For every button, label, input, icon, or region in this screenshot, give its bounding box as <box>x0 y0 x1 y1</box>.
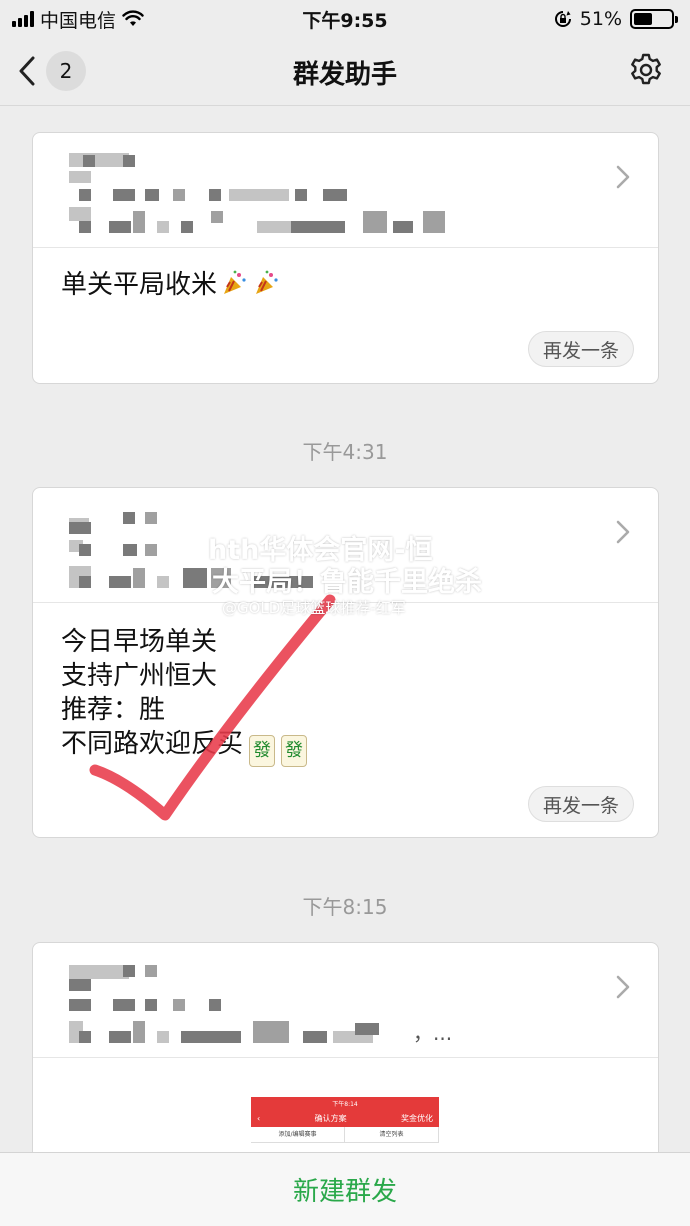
message-text: 单关平局收米 <box>61 268 630 302</box>
party-popper-icon <box>224 270 246 294</box>
thumbnail-row <box>251 1143 439 1147</box>
message-text: 今日早场单关 支持广州恒大 推荐：胜 不同路欢迎反买發發 <box>61 625 630 767</box>
message-line: 今日早场单关 <box>61 627 218 657</box>
status-right: 51% <box>554 6 678 32</box>
mahjong-fa-icon: 發 <box>249 735 276 767</box>
rotation-lock-icon <box>554 11 571 27</box>
recipient-list-tail: ，... <box>413 1021 453 1045</box>
bottom-toolbar: 新建群发 <box>0 1152 690 1226</box>
party-popper-icon <box>256 270 278 294</box>
message-timestamp: 下午8:15 <box>302 895 388 919</box>
message-list[interactable]: 单关平局收米 再发一条 下午4:31 今日早场单关 支持广州恒大 推荐：胜 不同… <box>0 107 690 1152</box>
chevron-right-icon <box>616 520 630 544</box>
broadcast-message-card[interactable]: ，... 下午8:14 ‹ 确认方案 奖金优化 添加/编辑赛事 清空列表 <box>32 942 659 1152</box>
message-body: 单关平局收米 <box>33 248 658 302</box>
message-line: 推荐：胜 <box>61 695 166 725</box>
resend-button[interactable]: 再发一条 <box>528 786 634 822</box>
recipients-header[interactable] <box>33 133 658 248</box>
resend-button[interactable]: 再发一条 <box>528 331 634 367</box>
recipients-header[interactable] <box>33 488 658 603</box>
page-title: 群发助手 <box>292 60 397 90</box>
broadcast-message-card[interactable]: 单关平局收米 再发一条 <box>32 132 659 384</box>
thumbnail-header: ‹ 确认方案 奖金优化 <box>251 1110 439 1127</box>
new-broadcast-button[interactable]: 新建群发 <box>293 1171 397 1208</box>
thumbnail-status-bar: 下午8:14 <box>251 1097 439 1110</box>
message-body: 今日早场单关 支持广州恒大 推荐：胜 不同路欢迎反买發發 <box>33 603 658 767</box>
recipients-header[interactable]: ，... <box>33 943 658 1058</box>
navigation-bar: 2 群发助手 <box>0 38 690 106</box>
message-line: 不同路欢迎反买發發 <box>61 727 630 767</box>
mahjong-fa-icon: 發 <box>281 735 308 767</box>
thumbnail-tabs: 添加/编辑赛事 清空列表 <box>251 1127 439 1143</box>
message-line: 支持广州恒大 <box>61 661 218 691</box>
image-attachment-thumbnail[interactable]: 下午8:14 ‹ 确认方案 奖金优化 添加/编辑赛事 清空列表 <box>251 1097 439 1152</box>
message-timestamp: 下午4:31 <box>302 440 388 464</box>
chevron-right-icon <box>616 975 630 999</box>
chevron-right-icon <box>616 165 630 189</box>
gear-icon[interactable] <box>628 52 664 88</box>
broadcast-message-card[interactable]: 今日早场单关 支持广州恒大 推荐：胜 不同路欢迎反买發發 再发一条 <box>32 487 659 838</box>
battery-percent: 51% <box>579 8 622 30</box>
status-bar: 中国电信 下午9:55 51% <box>0 0 690 38</box>
battery-icon <box>630 9 678 29</box>
